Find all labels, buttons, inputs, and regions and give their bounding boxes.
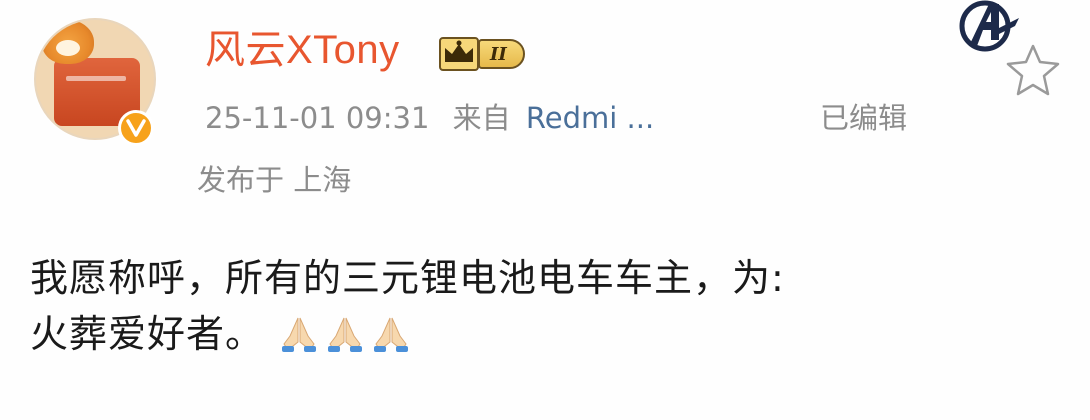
star-outline-icon[interactable] [1003, 42, 1063, 98]
source-device-link[interactable]: Redmi ... [526, 101, 654, 135]
post-body: 我愿称呼，所有的三元锂电池电车车主，为: 火葬爱好者。 [30, 250, 1060, 362]
folded-hands-icon [374, 317, 409, 352]
verified-v-icon [118, 110, 154, 146]
source-prefix: 来自 [452, 101, 511, 135]
post-location: 发布于 上海 [197, 163, 352, 197]
level-badge[interactable]: II [436, 34, 525, 74]
post-text-line-2-wrap: 火葬爱好者。 [30, 306, 1060, 362]
folded-hands-icon [282, 317, 317, 352]
post-timestamp[interactable]: 25-11-01 09:31 [205, 101, 429, 135]
crown-icon [439, 37, 479, 71]
weibo-post: 风云XTony II 25-11-01 09:31 来自 Redmi ... 已… [0, 0, 1090, 420]
folded-hands-icon [328, 317, 363, 352]
post-text-line-2: 火葬爱好者。 [30, 312, 265, 356]
level-label: II [478, 39, 525, 69]
edited-label[interactable]: 已编辑 [820, 104, 907, 133]
post-text-line-1: 我愿称呼，所有的三元锂电池电车车主，为: [30, 256, 785, 300]
username-link[interactable]: 风云XTony [205, 30, 400, 70]
post-meta: 25-11-01 09:31 来自 Redmi ... [205, 104, 654, 133]
emoji-row [278, 314, 412, 354]
avatar-tiger-figure [42, 20, 94, 64]
